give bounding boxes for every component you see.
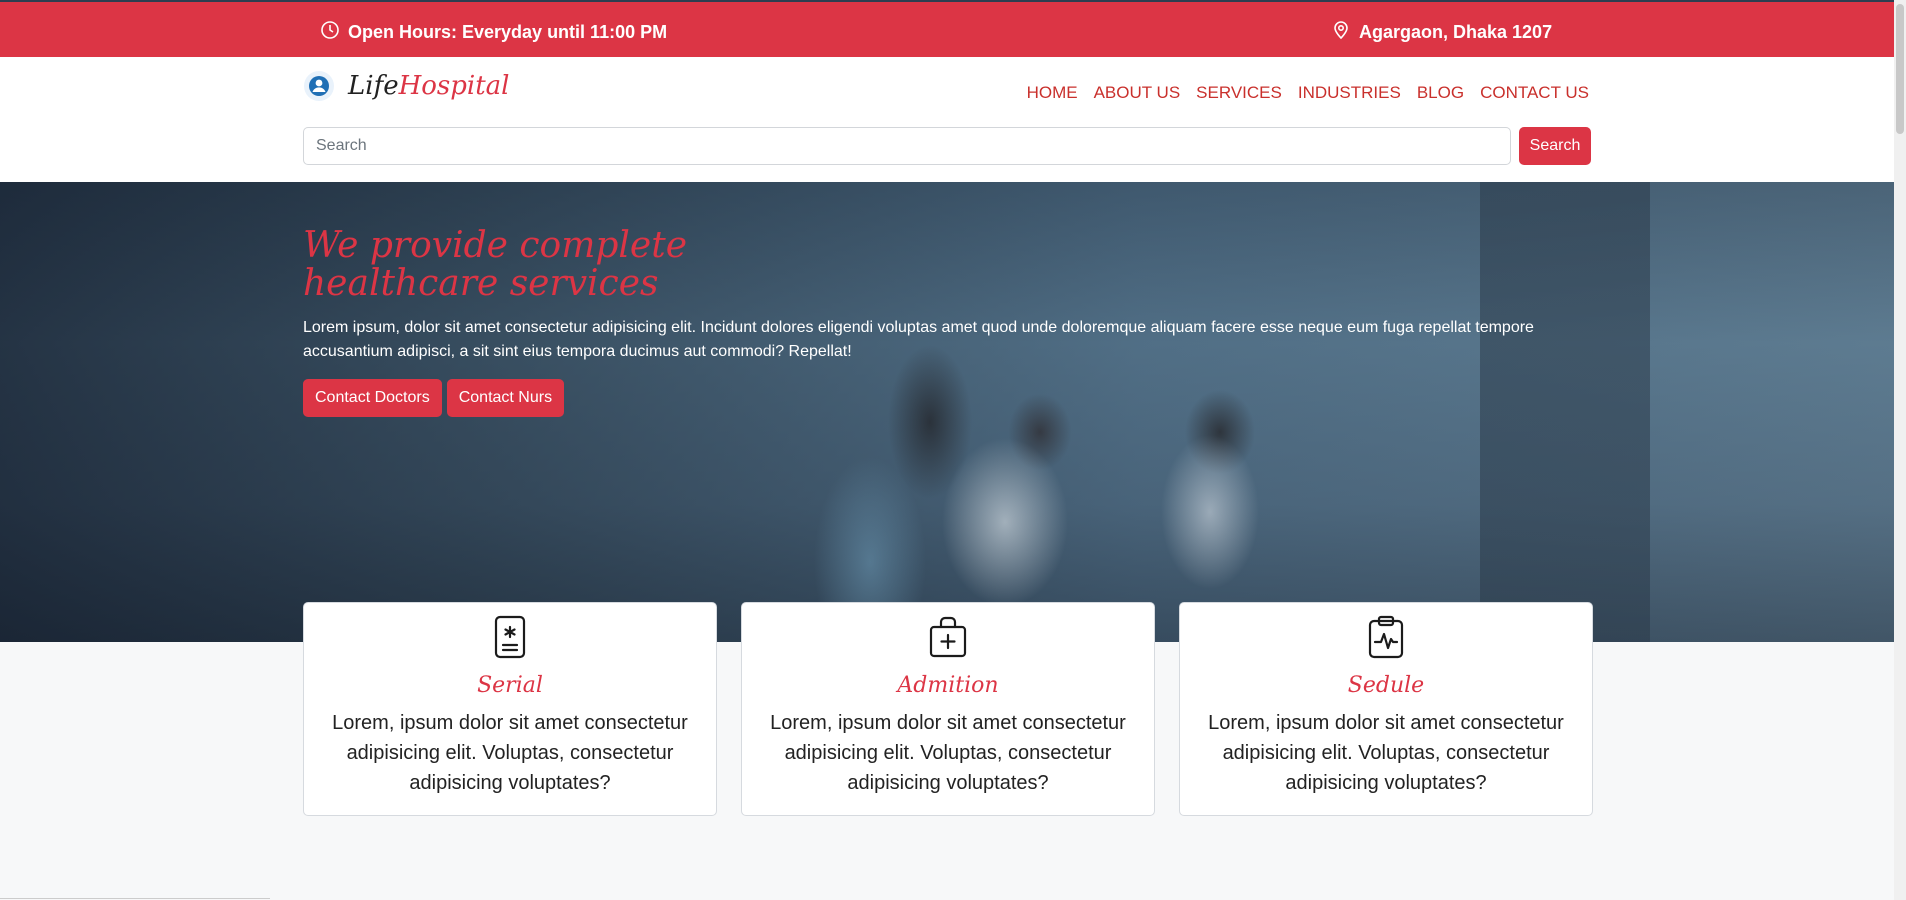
nav-services[interactable]: SERVICES <box>1196 83 1282 103</box>
hero-actions: Contact Doctors Contact Nurs <box>303 379 565 417</box>
card-text: Lorem, ipsum dolor sit amet consectetur … <box>770 712 1126 794</box>
contact-doctors-button[interactable]: Contact Doctors <box>303 379 442 417</box>
clipboard-pulse-icon <box>1180 615 1592 659</box>
site-header: LifeHospital HOME ABOUT US SERVICES INDU… <box>0 57 1894 182</box>
map-pin-icon <box>1331 20 1351 45</box>
card-text: Lorem, ipsum dolor sit amet consectetur … <box>332 712 688 794</box>
feature-cards: Serial Lorem, ipsum dolor sit amet conse… <box>303 602 1593 816</box>
brand-name-accent: Hospital <box>398 71 510 101</box>
nav-contact-us[interactable]: CONTACT US <box>1480 83 1589 103</box>
nav-blog[interactable]: BLOG <box>1417 83 1464 103</box>
search-input[interactable] <box>303 127 1511 165</box>
address-text: Agargaon, Dhaka 1207 <box>1359 22 1553 42</box>
top-info-bar: Open Hours: Everyday until 11:00 PM Agar… <box>0 0 1894 57</box>
hero-background-image <box>0 182 1894 642</box>
brand[interactable]: LifeHospital <box>304 71 510 101</box>
brand-name: LifeHospital <box>348 71 510 101</box>
id-badge-icon <box>304 615 716 659</box>
nav-industries[interactable]: INDUSTRIES <box>1298 83 1401 103</box>
card-title: Sedule <box>1347 673 1425 698</box>
card-title: Serial <box>477 673 543 698</box>
address: Agargaon, Dhaka 1207 <box>1331 20 1552 45</box>
vertical-scrollbar[interactable] <box>1894 0 1906 900</box>
hero-description: Lorem ipsum, dolor sit amet consectetur … <box>303 319 1534 360</box>
hero-section: We provide complete healthcare services … <box>0 182 1894 642</box>
medical-bag-icon <box>742 615 1154 659</box>
brand-name-prefix: Life <box>348 71 399 101</box>
open-hours-text: Open Hours: Everyday until 11:00 PM <box>348 22 668 42</box>
search-bar: Search <box>303 127 1591 167</box>
open-hours: Open Hours: Everyday until 11:00 PM <box>320 20 667 45</box>
card-title: Admition <box>897 673 999 698</box>
card-text: Lorem, ipsum dolor sit amet consectetur … <box>1208 712 1564 794</box>
hospital-user-icon <box>304 71 334 101</box>
hero-title: We provide complete healthcare services <box>303 225 687 304</box>
card-sedule[interactable]: Sedule Lorem, ipsum dolor sit amet conse… <box>1179 602 1593 816</box>
main-nav: HOME ABOUT US SERVICES INDUSTRIES BLOG C… <box>1027 83 1589 103</box>
page: Open Hours: Everyday until 11:00 PM Agar… <box>0 0 1906 900</box>
search-button[interactable]: Search <box>1519 127 1591 165</box>
scrollbar-thumb[interactable] <box>1896 4 1904 134</box>
contact-nurses-button[interactable]: Contact Nurs <box>446 379 565 417</box>
clock-icon <box>320 20 340 45</box>
nav-home[interactable]: HOME <box>1027 83 1078 103</box>
divider <box>0 898 270 899</box>
card-admition[interactable]: Admition Lorem, ipsum dolor sit amet con… <box>741 602 1155 816</box>
card-serial[interactable]: Serial Lorem, ipsum dolor sit amet conse… <box>303 602 717 816</box>
nav-about-us[interactable]: ABOUT US <box>1094 83 1181 103</box>
